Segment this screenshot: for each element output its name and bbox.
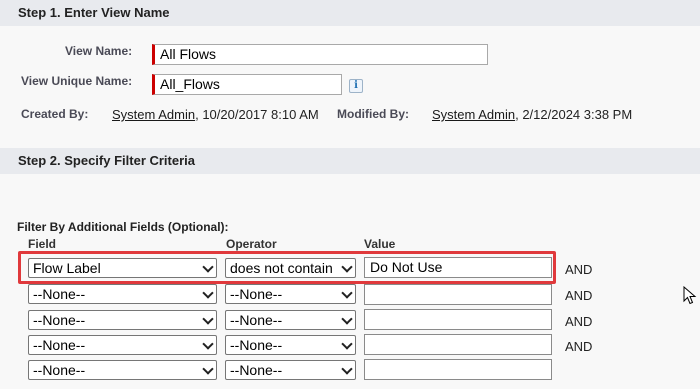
filter-value-input-3[interactable] <box>364 309 552 330</box>
created-by-label: Created By: <box>21 107 89 121</box>
filter-field-selected-1: Flow Label <box>33 260 101 276</box>
filter-conjunction-4: AND <box>565 339 593 354</box>
info-icon[interactable]: i <box>349 79 363 93</box>
filter-value-input-5[interactable] <box>364 359 552 380</box>
filter-operator-select-2[interactable]: --None-- <box>225 284 356 304</box>
created-by-date: , 10/20/2017 8:10 AM <box>195 107 319 122</box>
view-name-label: View Name: <box>65 44 133 58</box>
modified-by-label: Modified By: <box>337 107 409 121</box>
column-header-operator: Operator <box>226 237 277 251</box>
view-unique-name-label: View Unique Name: <box>21 74 133 88</box>
filter-field-select-2[interactable]: --None-- <box>28 284 217 304</box>
created-by-value: System Admin, 10/20/2017 8:10 AM <box>112 107 319 122</box>
filter-field-select-1[interactable]: Flow Label <box>28 258 217 278</box>
filter-operator-select-1[interactable]: does not contain <box>225 258 356 278</box>
filter-value-input-2[interactable] <box>364 284 552 305</box>
column-header-value: Value <box>364 237 396 251</box>
filter-value-input-4[interactable] <box>364 334 552 355</box>
filter-field-selected-3: --None-- <box>33 312 86 328</box>
column-header-field: Field <box>28 237 57 251</box>
chevron-down-icon <box>202 313 214 325</box>
filter-operator-selected-2: --None-- <box>230 286 283 302</box>
chevron-down-icon <box>341 261 353 273</box>
chevron-down-icon <box>202 338 214 350</box>
filter-value-input-1[interactable]: Do Not Use <box>364 257 552 278</box>
filter-operator-selected-3: --None-- <box>230 312 283 328</box>
step2-header: Step 2. Specify Filter Criteria <box>0 148 700 174</box>
created-by-user-link[interactable]: System Admin <box>112 107 195 122</box>
chevron-down-icon <box>202 261 214 273</box>
filter-conjunction-2: AND <box>565 288 593 303</box>
modified-by-date: , 2/12/2024 3:38 PM <box>515 107 633 122</box>
filter-conjunction-1: AND <box>565 262 593 277</box>
filter-operator-select-4[interactable]: --None-- <box>225 335 356 355</box>
filter-heading: Filter By Additional Fields (Optional): <box>17 220 229 234</box>
step1-header: Step 1. Enter View Name <box>0 0 700 26</box>
filter-field-selected-4: --None-- <box>33 337 86 353</box>
filter-field-selected-2: --None-- <box>33 286 86 302</box>
view-name-input[interactable]: All Flows <box>152 44 488 65</box>
filter-operator-selected-1: does not contain <box>230 260 333 276</box>
filter-field-selected-5: --None-- <box>33 362 86 378</box>
filter-operator-selected-4: --None-- <box>230 337 283 353</box>
filter-operator-select-5[interactable]: --None-- <box>225 360 356 380</box>
filter-conjunction-3: AND <box>565 314 593 329</box>
chevron-down-icon <box>202 287 214 299</box>
mouse-cursor-icon <box>683 286 697 305</box>
view-unique-name-input[interactable]: All_Flows <box>152 74 342 95</box>
chevron-down-icon <box>341 338 353 350</box>
chevron-down-icon <box>341 313 353 325</box>
filter-operator-selected-5: --None-- <box>230 362 283 378</box>
filter-operator-select-3[interactable]: --None-- <box>225 310 356 330</box>
filter-field-select-3[interactable]: --None-- <box>28 310 217 330</box>
chevron-down-icon <box>202 363 214 375</box>
chevron-down-icon <box>341 287 353 299</box>
modified-by-value: System Admin, 2/12/2024 3:38 PM <box>432 107 632 122</box>
filter-field-select-5[interactable]: --None-- <box>28 360 217 380</box>
modified-by-user-link[interactable]: System Admin <box>432 107 515 122</box>
filter-field-select-4[interactable]: --None-- <box>28 335 217 355</box>
chevron-down-icon <box>341 363 353 375</box>
